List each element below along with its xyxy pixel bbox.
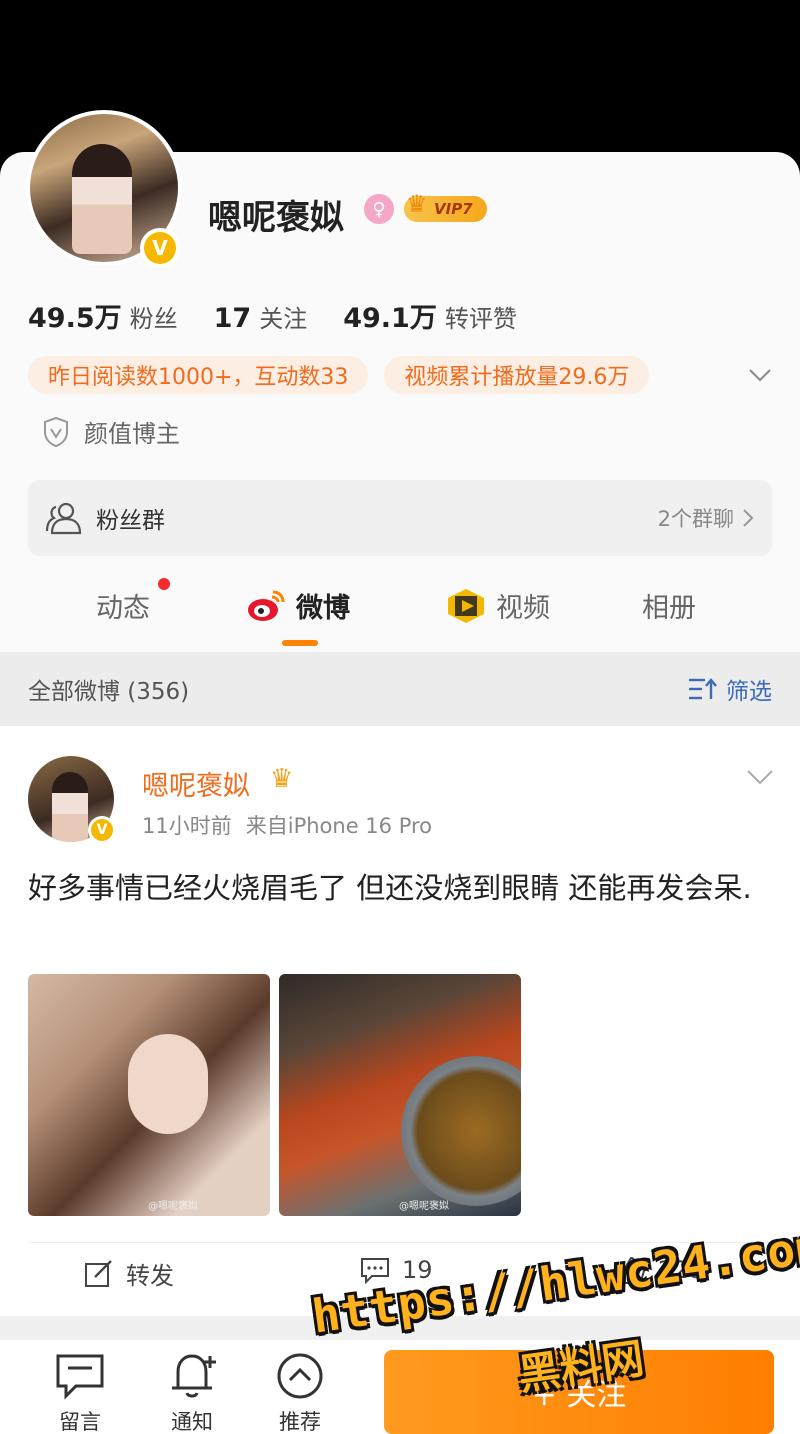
photo-plate [401, 1056, 521, 1206]
post-text: 好多事情已经火烧眉毛了 但还没烧到眼睛 还能再发会呆. [28, 871, 752, 905]
stat-label: 转评赞 [444, 305, 517, 333]
fan-group-count: 2个群聊 [658, 503, 754, 533]
verification-label: 颜值博主 [84, 420, 180, 448]
photo-subject [128, 1034, 208, 1134]
comment-icon [361, 1258, 389, 1284]
tab-label: 动态 [96, 593, 150, 624]
message-icon [56, 1354, 104, 1400]
post-time: 11小时前 [142, 814, 232, 838]
stat-label: 粉丝 [129, 305, 178, 333]
chevron-down-icon[interactable] [746, 768, 774, 786]
recommend-button[interactable]: 推荐 [270, 1352, 330, 1434]
crown-icon: ♛ [270, 764, 294, 794]
comment-button[interactable]: 19 [360, 1256, 433, 1284]
filter-bar: 全部微博 (356) 筛选 [0, 652, 800, 726]
message-button[interactable]: 留言 [50, 1352, 110, 1434]
tab-weibo[interactable]: 微博 [246, 586, 350, 625]
post-card: V 嗯呢褒姒 ♛ 11小时前 来自iPhone 16 Pro 好多事情已经火烧眉… [0, 726, 800, 1316]
tab-label: 视频 [496, 593, 550, 624]
weibo-icon [248, 590, 285, 621]
fan-group-title: 粉丝群 [96, 508, 165, 534]
notify-label: 通知 [171, 1410, 213, 1434]
vip-badge[interactable]: ♛ VIP7 [404, 190, 487, 222]
like-count: 228 [658, 1256, 704, 1284]
tag-video-plays[interactable]: 视频累计播放量29.6万 [384, 356, 650, 394]
tab-dynamics[interactable]: 动态 [96, 586, 150, 625]
crown-icon: ♛ [406, 190, 428, 218]
recommend-label: 推荐 [279, 1410, 321, 1434]
tab-label: 相册 [642, 593, 696, 624]
post-count: 全部微博 (356) [28, 679, 190, 705]
filter-label: 筛选 [726, 679, 772, 705]
thumbs-up-icon [617, 1256, 646, 1284]
profile-stats: 49.5万 粉丝 17 关注 49.1万 转评赞 [28, 296, 517, 335]
message-label: 留言 [59, 1410, 101, 1434]
profile-name: 嗯呢褒姒 [208, 198, 344, 238]
stat-fans[interactable]: 49.5万 粉丝 [28, 296, 178, 335]
notify-button[interactable]: 通知 [162, 1352, 222, 1434]
recommend-icon [277, 1353, 323, 1399]
post-image-food[interactable]: @嗯呢褒姒 [279, 974, 521, 1216]
profile-tabs: 动态 微博 视频 相册 [0, 570, 800, 652]
stat-interactions[interactable]: 49.1万 转评赞 [343, 296, 517, 335]
profile-page: V 嗯呢褒姒 ♀ ♛ VIP7 49.5万 粉丝 17 关注 49.1万 转评赞… [0, 0, 800, 1434]
stat-number: 17 [213, 303, 252, 334]
active-tab-indicator [282, 640, 318, 646]
unread-dot [158, 578, 170, 590]
section-gap [0, 1316, 800, 1340]
tab-video[interactable]: 视频 [446, 586, 550, 625]
repost-label: 转发 [126, 1262, 174, 1290]
filter-button[interactable]: 筛选 [688, 672, 772, 706]
vip-label: VIP7 [434, 200, 473, 218]
profile-tags: 昨日阅读数1000+，互动数33 视频累计播放量29.6万 [28, 356, 650, 394]
verified-badge-icon: V [88, 816, 116, 844]
post-author-name[interactable]: 嗯呢褒姒 [142, 764, 250, 803]
bell-plus-icon [172, 1354, 216, 1398]
repost-icon [85, 1259, 112, 1287]
comment-count: 19 [402, 1256, 433, 1284]
tab-album[interactable]: 相册 [642, 586, 696, 625]
post-source: 来自iPhone 16 Pro [245, 814, 433, 838]
follow-button[interactable]: + 关注 [384, 1350, 774, 1434]
post-image-selfie[interactable]: @嗯呢褒姒 [28, 974, 270, 1216]
post-meta: 11小时前 来自iPhone 16 Pro [142, 810, 432, 840]
post-actions: 转发 19 228 [0, 1256, 800, 1300]
stat-number: 49.1万 [343, 303, 437, 334]
image-watermark: @嗯呢褒姒 [148, 1201, 198, 1212]
stat-following[interactable]: 17 关注 [214, 299, 308, 334]
repost-button[interactable]: 转发 [84, 1256, 174, 1291]
group-icon [46, 502, 82, 535]
stat-number: 49.5万 [28, 303, 122, 334]
tab-label: 微博 [296, 593, 350, 624]
fan-group-row[interactable]: 粉丝群 2个群聊 [28, 480, 772, 556]
bottom-action-bar: 留言 通知 推荐 + 关注 [0, 1340, 800, 1434]
video-icon [448, 588, 484, 623]
chevron-right-icon [743, 509, 754, 527]
fan-group-count-label: 2个群聊 [657, 507, 734, 531]
shield-icon [44, 416, 68, 447]
verification-row[interactable]: 颜值博主 [42, 414, 180, 449]
stat-label: 关注 [259, 305, 308, 333]
divider [28, 1242, 772, 1243]
female-icon: ♀ [364, 194, 394, 224]
like-button[interactable]: 228 [616, 1256, 704, 1284]
chevron-down-icon[interactable] [748, 366, 772, 384]
filter-icon [689, 678, 717, 700]
verified-badge-icon: V [140, 228, 180, 268]
tag-reads[interactable]: 昨日阅读数1000+，互动数33 [28, 356, 369, 394]
image-watermark: @嗯呢褒姒 [399, 1201, 449, 1212]
